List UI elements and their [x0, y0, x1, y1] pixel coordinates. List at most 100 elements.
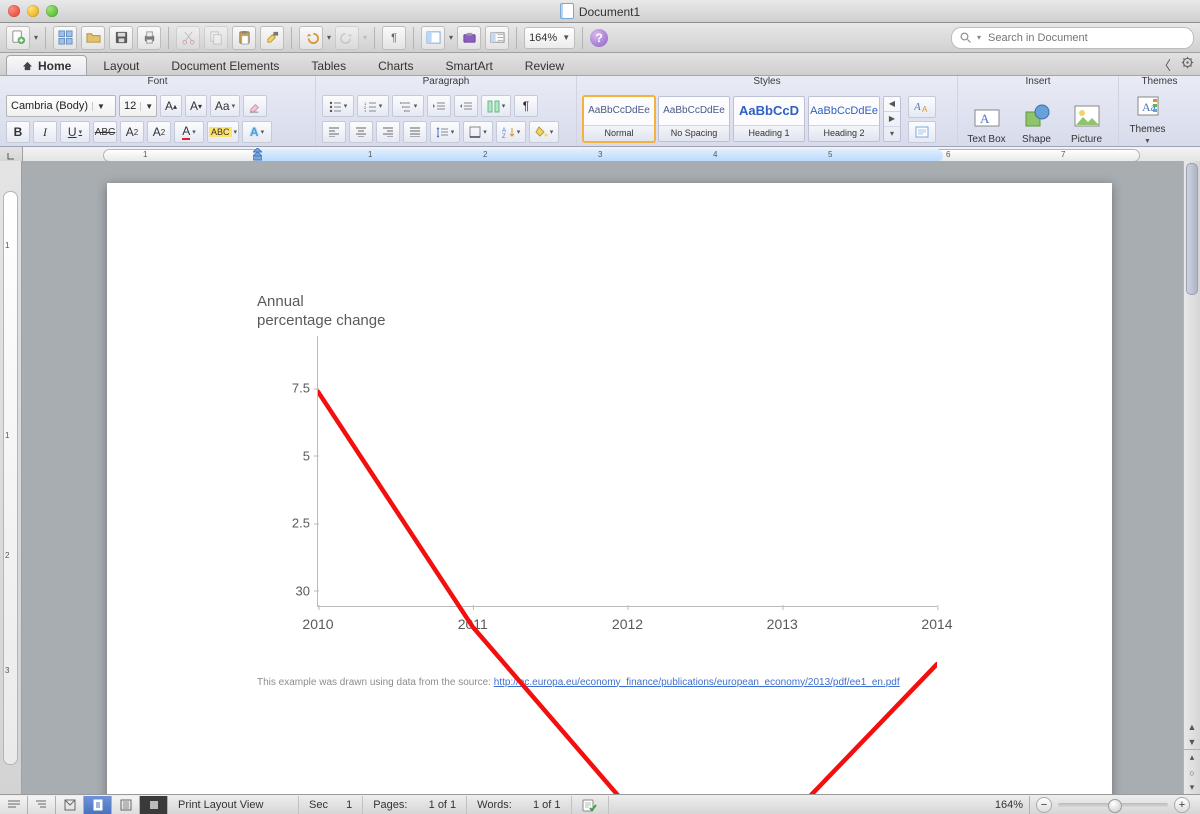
zoom-slider-knob[interactable] [1108, 799, 1122, 813]
italic-button[interactable]: I [33, 121, 57, 143]
copy-button[interactable] [204, 26, 228, 50]
increase-indent-button[interactable] [454, 95, 478, 117]
status-words[interactable]: Words: 1 of 1 [467, 796, 571, 814]
search-input[interactable] [986, 31, 1170, 45]
paste-button[interactable] [232, 26, 256, 50]
ribbon: Font Cambria (Body)▼ 12▼ A▴ A▾ Aa B I U … [0, 76, 1200, 147]
format-painter-button[interactable] [260, 26, 284, 50]
highlight-button[interactable]: ABC [207, 121, 239, 143]
document-area: 1 1 2 3 Annualpercentage change 30 2.5 5… [0, 161, 1200, 795]
indent-marker[interactable] [253, 148, 262, 162]
numbering-button[interactable]: 123 [357, 95, 389, 117]
styles-scroll[interactable]: ◀▶▾ [883, 96, 901, 142]
vertical-ruler[interactable]: 1 1 2 3 [0, 161, 22, 795]
columns-indicator-button[interactable] [481, 95, 511, 117]
font-size-combobox[interactable]: 12▼ [119, 95, 157, 117]
status-pages[interactable]: Pages: 1 of 1 [363, 796, 467, 814]
save-button[interactable] [109, 26, 133, 50]
insert-textbox-button[interactable]: AText Box [964, 90, 1009, 145]
superscript-button[interactable]: A2 [120, 121, 144, 143]
sidebar-button[interactable] [421, 26, 445, 50]
status-section[interactable]: Sec 1 [299, 796, 363, 814]
view-notebook-button[interactable] [112, 796, 140, 814]
clear-formatting-button[interactable] [243, 95, 267, 117]
ribbon-options-icon[interactable] [1181, 56, 1194, 72]
window-titlebar: Document1 [0, 0, 1200, 23]
shrink-font-button[interactable]: A▾ [185, 95, 207, 117]
ribbon-toggle-icon[interactable]: 〈 [1158, 55, 1171, 74]
view-draft-button[interactable] [0, 796, 28, 814]
vertical-scrollbar[interactable]: ▲ ▼ ▴ ○ ▾ [1183, 161, 1200, 795]
view-outline-button[interactable] [28, 796, 56, 814]
status-spellcheck[interactable] [572, 796, 609, 814]
align-left-button[interactable] [322, 121, 346, 143]
status-view-name: Print Layout View [168, 796, 299, 814]
tab-layout[interactable]: Layout [87, 55, 155, 75]
view-print-layout-button[interactable] [84, 796, 112, 814]
underline-button[interactable]: U [60, 121, 90, 143]
tab-review[interactable]: Review [509, 55, 580, 75]
subscript-button[interactable]: A2 [147, 121, 171, 143]
styles-pane-button[interactable] [908, 121, 936, 143]
view-focus-button[interactable] [140, 796, 167, 814]
align-right-button[interactable] [376, 121, 400, 143]
tab-smartart[interactable]: SmartArt [429, 55, 508, 75]
group-label-font: Font [0, 76, 315, 89]
new-document-button[interactable] [6, 26, 30, 50]
open-button[interactable] [81, 26, 105, 50]
zoom-combobox[interactable]: 164%▼ [524, 27, 575, 49]
zoom-slider[interactable] [1058, 803, 1168, 807]
show-paragraph-marks-button[interactable]: ¶ [514, 95, 538, 117]
insert-shape-button[interactable]: Shape [1014, 90, 1059, 145]
align-center-button[interactable] [349, 121, 373, 143]
redo-button[interactable] [335, 26, 359, 50]
view-publishing-button[interactable] [56, 796, 84, 814]
toolbox-button[interactable] [457, 26, 481, 50]
browse-object-icon[interactable]: ○ [1184, 765, 1200, 780]
style-normal[interactable]: AaBbCcDdEeNormal [583, 96, 655, 142]
scroll-down-icon[interactable]: ▼ [1184, 734, 1200, 749]
strikethrough-button[interactable]: ABC [93, 121, 117, 143]
undo-button[interactable] [299, 26, 323, 50]
justify-button[interactable] [403, 121, 427, 143]
style-heading-2[interactable]: AaBbCcDdEeHeading 2 [808, 96, 880, 142]
tab-tables[interactable]: Tables [295, 55, 362, 75]
bullets-button[interactable] [322, 95, 354, 117]
font-color-button[interactable]: A [174, 121, 204, 143]
shading-button[interactable] [529, 121, 559, 143]
themes-button[interactable]: AaThemes▼ [1125, 90, 1170, 145]
chart: Annualpercentage change 30 2.5 5 7.5 201… [257, 293, 937, 688]
insert-picture-button[interactable]: Picture [1064, 90, 1109, 145]
multilevel-list-button[interactable] [392, 95, 424, 117]
decrease-indent-button[interactable] [427, 95, 451, 117]
borders-button[interactable] [463, 121, 493, 143]
print-button[interactable] [137, 26, 161, 50]
grow-font-button[interactable]: A▴ [160, 95, 182, 117]
sort-button[interactable]: AZ [496, 121, 526, 143]
zoom-out-button[interactable]: − [1036, 797, 1052, 813]
change-case-button[interactable]: Aa [210, 95, 240, 117]
line-spacing-button[interactable] [430, 121, 460, 143]
text-effects-button[interactable]: A [242, 121, 272, 143]
open-template-button[interactable] [53, 26, 77, 50]
scrollbar-thumb[interactable] [1186, 163, 1198, 295]
next-page-icon[interactable]: ▾ [1184, 780, 1200, 795]
gallery-button[interactable] [485, 26, 509, 50]
scroll-up-icon[interactable]: ▲ [1184, 719, 1200, 734]
search-field[interactable]: ▾ [951, 27, 1194, 49]
bold-button[interactable]: B [6, 121, 30, 143]
tab-home[interactable]: Home [6, 55, 87, 75]
style-no-spacing[interactable]: AaBbCcDdEeNo Spacing [658, 96, 730, 142]
help-button[interactable]: ? [590, 29, 608, 47]
status-zoom-value[interactable]: 164% [995, 799, 1023, 811]
document-page[interactable]: Annualpercentage change 30 2.5 5 7.5 201… [107, 183, 1112, 795]
style-heading-1[interactable]: AaBbCcDHeading 1 [733, 96, 805, 142]
font-name-combobox[interactable]: Cambria (Body)▼ [6, 95, 116, 117]
prev-page-icon[interactable]: ▴ [1184, 749, 1200, 765]
change-styles-button[interactable]: AA [908, 96, 936, 118]
cut-button[interactable] [176, 26, 200, 50]
show-formatting-button[interactable]: ¶ [382, 26, 406, 50]
tab-document-elements[interactable]: Document Elements [155, 55, 295, 75]
tab-charts[interactable]: Charts [362, 55, 429, 75]
zoom-in-button[interactable]: + [1174, 797, 1190, 813]
